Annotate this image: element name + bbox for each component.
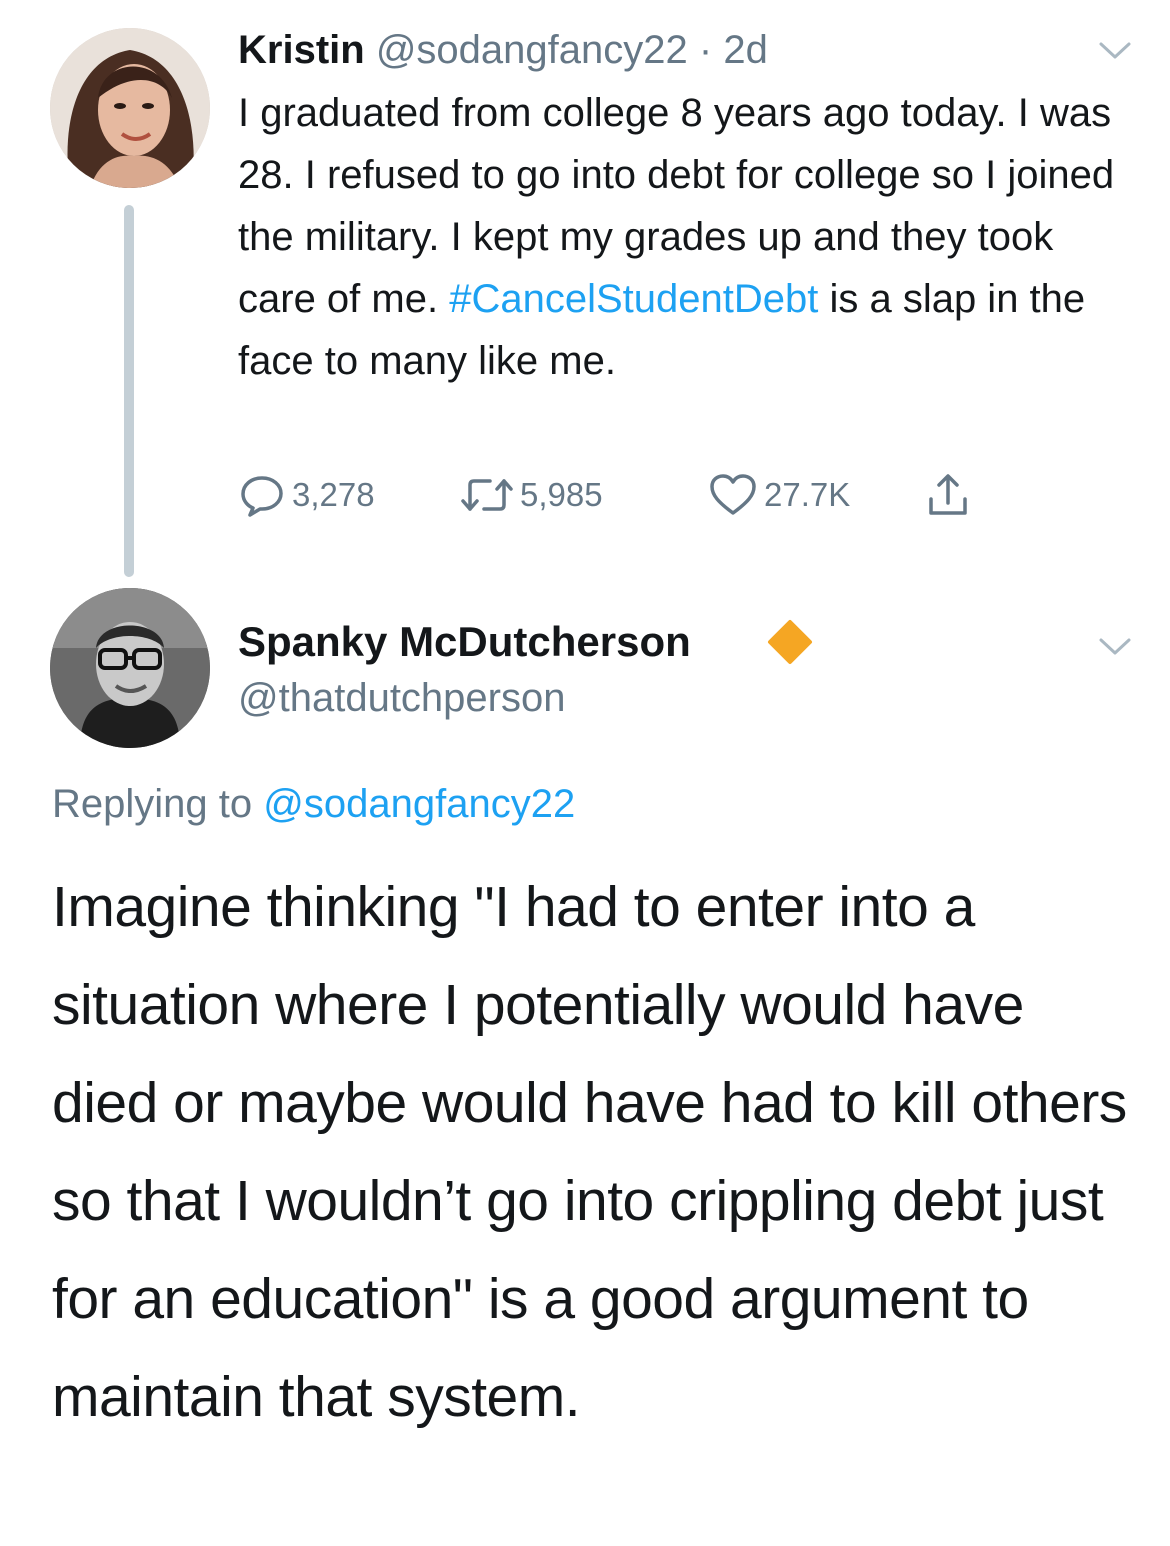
retweet-button[interactable]: 5,985 — [460, 470, 603, 520]
tweet2-text: Imagine thinking "I had to enter into a … — [52, 875, 1127, 1429]
retweet-icon — [461, 479, 513, 511]
tweet2-handle[interactable]: @thatdutchperson — [238, 672, 565, 724]
diamond-badge-icon — [766, 618, 814, 666]
tweet1-text: I graduated from college 8 years ago tod… — [238, 82, 1138, 392]
share-button[interactable] — [924, 470, 972, 520]
heart-icon — [710, 474, 756, 515]
reply-count: 3,278 — [292, 476, 375, 513]
reply-icon — [241, 476, 283, 517]
tweet1-handle[interactable]: @sodangfancy22 — [376, 28, 688, 72]
retweet-count: 5,985 — [520, 476, 603, 513]
avatar-kristin[interactable] — [50, 28, 210, 188]
avatar-spanky-image — [50, 588, 210, 748]
tweet2-author-name[interactable]: Spanky McDutcherson — [238, 616, 691, 668]
tweet1-author-name[interactable]: Kristin — [238, 28, 365, 72]
thread-connector-line — [124, 205, 134, 577]
chevron-down-icon[interactable] — [1098, 40, 1132, 62]
like-button[interactable]: 27.7K — [708, 470, 850, 520]
tweet1-header: Kristin @sodangfancy22 · 2d — [238, 24, 768, 76]
replying-to-line: Replying to @sodangfancy22 — [52, 778, 575, 830]
like-count: 27.7K — [764, 476, 851, 513]
chevron-down-icon[interactable] — [1098, 636, 1132, 658]
avatar-spanky[interactable] — [50, 588, 210, 748]
hashtag-link[interactable]: #CancelStudentDebt — [449, 277, 818, 321]
tweet1-action-bar: 3,278 5,985 27.7K — [238, 470, 1058, 520]
tweet1-separator: · — [698, 28, 713, 72]
reply-button[interactable]: 3,278 — [238, 470, 375, 520]
replying-to-handle[interactable]: @sodangfancy22 — [263, 782, 575, 826]
share-icon — [929, 474, 967, 515]
avatar-kristin-image — [50, 28, 210, 188]
replying-to-label: Replying to — [52, 782, 253, 826]
tweet1-time[interactable]: 2d — [723, 28, 768, 72]
